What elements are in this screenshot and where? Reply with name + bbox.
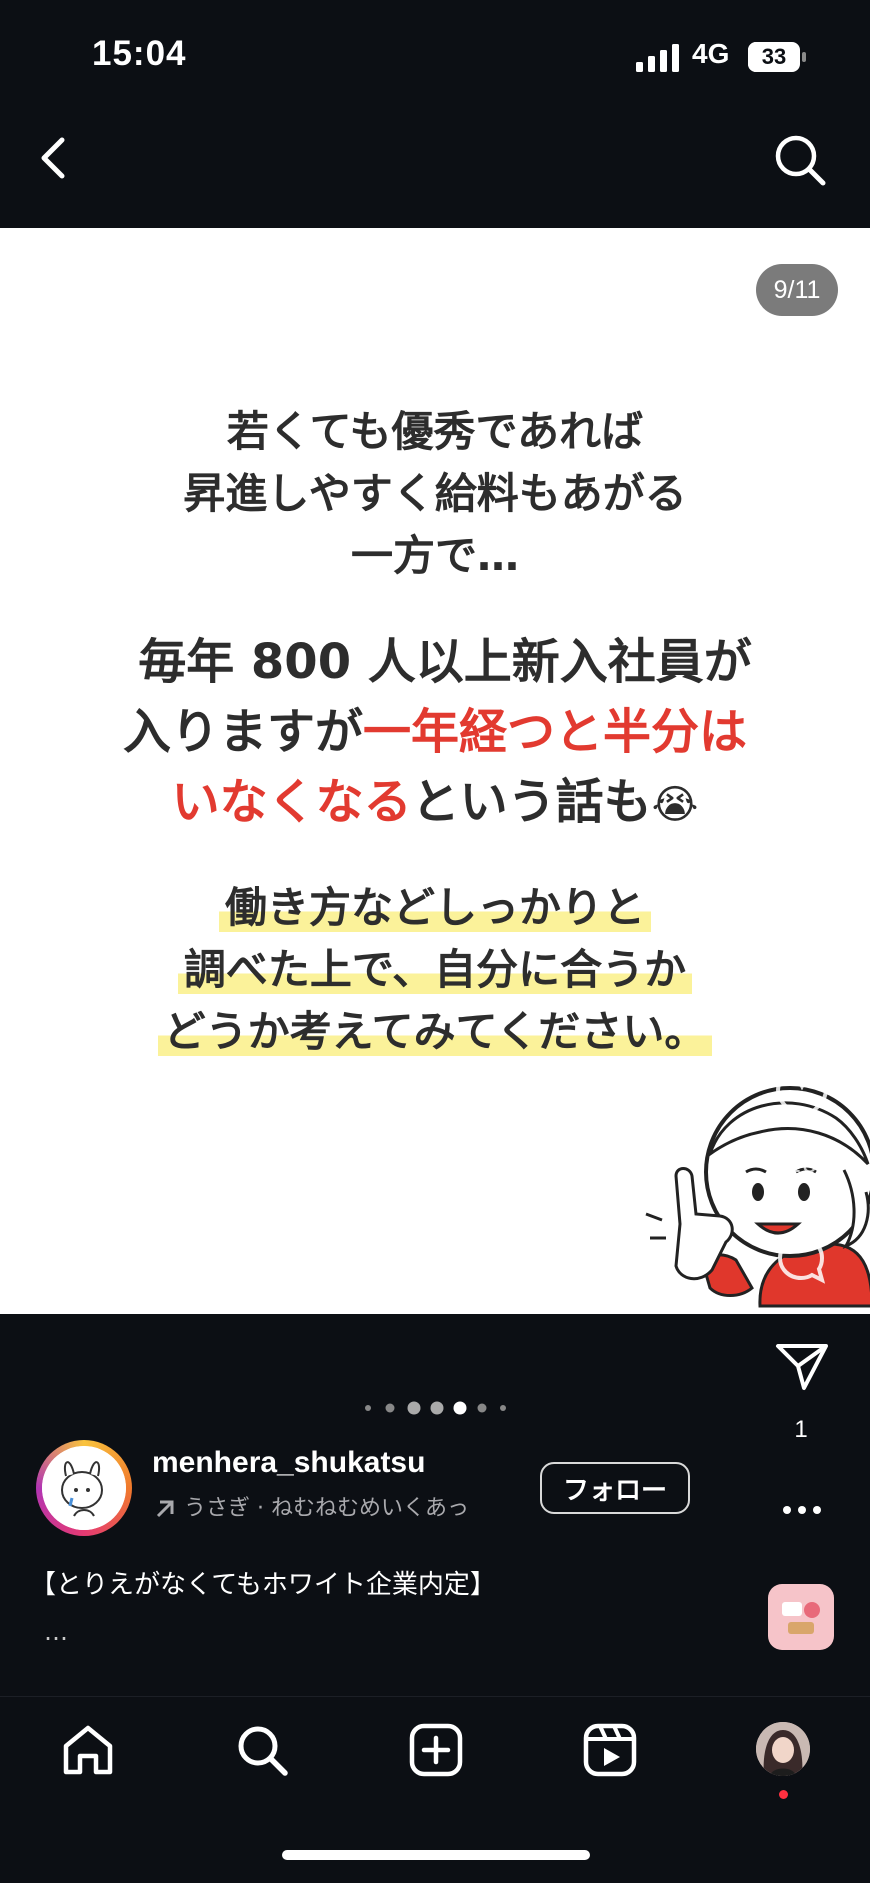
music-title: うさぎ · ねむねむめいくあっ <box>184 1496 469 1521</box>
arrow-up-right-icon <box>156 1500 174 1518</box>
like-count: 28 <box>786 1150 818 1178</box>
crying-emoji-icon: 😭 <box>651 782 699 828</box>
highlighted-text: 調べた上で、自分に合うか <box>177 945 693 994</box>
home-indicator <box>282 1850 590 1860</box>
highlight-red-text: いなくなる <box>171 774 412 830</box>
notification-dot <box>779 1790 788 1799</box>
girl-illustration <box>645 1086 870 1308</box>
home-icon[interactable] <box>60 1722 116 1778</box>
avatar[interactable] <box>42 1446 126 1530</box>
profile-tab-avatar[interactable] <box>756 1722 810 1776</box>
text-line: 一方で… <box>350 531 519 580</box>
search-icon[interactable] <box>772 132 828 188</box>
highlighted-text: どうか考えてみてください。 <box>157 1007 713 1056</box>
post-image[interactable]: 9/11 若くても優秀であれば 昇進しやすく給料もあがる 一方で… 毎年 800… <box>0 228 870 1314</box>
highlighted-text: 働き方などしっかりと <box>218 883 651 932</box>
heart-icon[interactable] <box>776 1076 828 1124</box>
slide-counter: 9/11 <box>756 264 838 316</box>
text-line: いなくなるという話も😭 <box>0 762 870 832</box>
more-options-icon[interactable] <box>782 1504 822 1516</box>
text-line: 働き方などしっかりと <box>0 874 870 935</box>
highlight-red-text: 一年経つと半分は <box>363 704 748 760</box>
back-chevron-icon[interactable] <box>36 136 72 180</box>
create-post-icon[interactable] <box>408 1722 464 1778</box>
text-line: 入りますが一年経つと半分は <box>0 692 870 762</box>
follow-button[interactable]: フォロー <box>540 1462 690 1514</box>
reels-icon[interactable] <box>582 1722 638 1778</box>
text-segment: 入りますが <box>122 704 363 760</box>
caption-text[interactable]: 【とりえがなくてもホワイト企業内定】 <box>30 1564 496 1601</box>
signal-icon <box>636 44 679 72</box>
sticker-thumbnail[interactable] <box>768 1584 834 1650</box>
status-time: 15:04 <box>92 34 187 73</box>
carousel-indicator <box>365 1401 506 1415</box>
battery-level: 33 <box>761 44 787 69</box>
text-line: 若くても優秀であれば <box>226 407 644 456</box>
text-line: 昇進しやすく給料もあがる <box>183 469 687 518</box>
username[interactable]: menhera_shukatsu <box>152 1446 425 1480</box>
share-paper-plane-icon[interactable] <box>774 1340 830 1392</box>
text-line: 調べた上で、自分に合うか <box>0 936 870 997</box>
text-line: 毎年 800 人以上新入社員が <box>138 634 752 690</box>
share-count: 1 <box>794 1416 808 1443</box>
comment-icon[interactable] <box>776 1234 826 1284</box>
caption-more[interactable]: … <box>44 1618 68 1646</box>
text-segment: という話も <box>411 774 652 830</box>
search-icon[interactable] <box>234 1722 290 1778</box>
network-type: 4G <box>692 38 730 69</box>
text-line: どうか考えてみてください。 <box>0 998 870 1059</box>
music-track[interactable]: うさぎ · ねむねむめいくあっ <box>154 1490 514 1526</box>
